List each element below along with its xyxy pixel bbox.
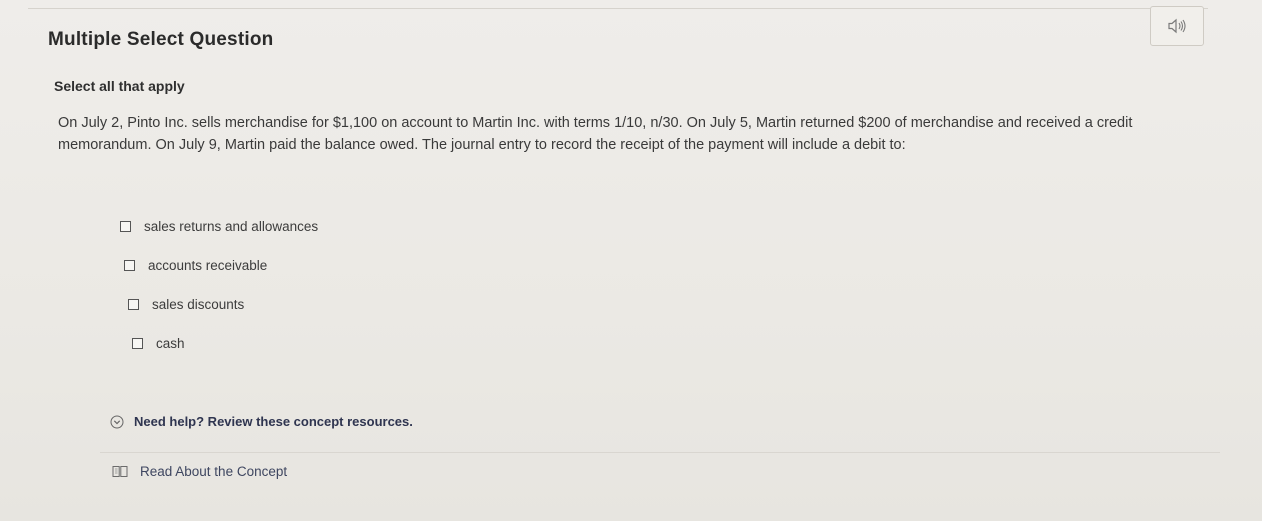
- question-prompt: On July 2, Pinto Inc. sells merchandise …: [58, 115, 1133, 153]
- read-about-concept-label: Read About the Concept: [140, 464, 288, 479]
- read-aloud-button[interactable]: [1150, 6, 1204, 46]
- option-sales-discounts[interactable]: sales discounts: [128, 294, 318, 314]
- option-accounts-receivable[interactable]: accounts receivable: [124, 255, 318, 275]
- question-panel: Multiple Select Question Select all that…: [0, 0, 1262, 521]
- book-icon: [112, 465, 128, 478]
- option-cash[interactable]: cash: [132, 333, 318, 353]
- answer-options: sales returns and allowances accounts re…: [120, 216, 318, 372]
- speaker-icon: [1168, 18, 1186, 34]
- option-label: sales discounts: [152, 296, 245, 312]
- top-divider: [28, 8, 1208, 9]
- option-label: cash: [156, 335, 185, 351]
- option-label: sales returns and allowances: [144, 218, 319, 234]
- checkbox[interactable]: [128, 298, 139, 310]
- option-label: accounts receivable: [148, 257, 268, 273]
- need-help-toggle[interactable]: Need help? Review these concept resource…: [110, 414, 413, 429]
- chevron-down-circle-icon: [110, 415, 124, 429]
- checkbox[interactable]: [120, 220, 131, 232]
- instruction-text: Select all that apply: [54, 78, 185, 94]
- checkbox[interactable]: [124, 259, 135, 271]
- bottom-divider: [100, 452, 1220, 453]
- option-sales-returns[interactable]: sales returns and allowances: [120, 216, 318, 236]
- checkbox[interactable]: [132, 337, 143, 349]
- question-type-title: Multiple Select Question: [48, 29, 274, 50]
- need-help-text: Need help? Review these concept resource…: [134, 414, 413, 429]
- read-about-concept-link[interactable]: Read About the Concept: [112, 464, 287, 479]
